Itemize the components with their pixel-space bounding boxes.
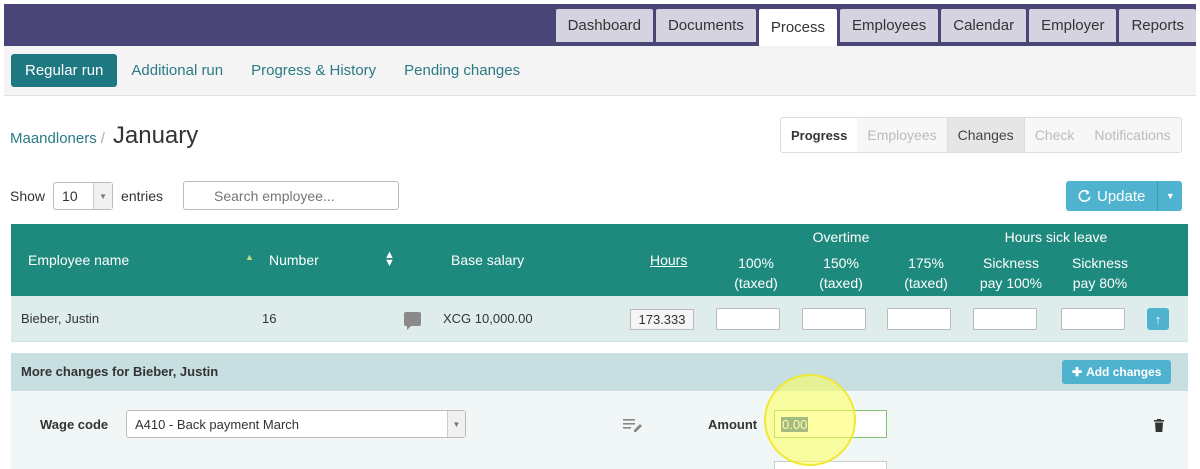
tab-employees[interactable]: Employees — [840, 9, 939, 42]
col-overtime-175: 175% (taxed) — [904, 255, 948, 291]
base-salary-cell: XCG 10,000.00 — [443, 311, 533, 326]
page-title: January — [112, 122, 199, 149]
overtime-group-header: Overtime — [812, 229, 870, 245]
show-label: Show — [10, 188, 46, 204]
main-nav: Dashboard Documents Process Employees Ca… — [555, 9, 1196, 46]
edit-list-icon[interactable] — [623, 418, 643, 432]
tab-calendar[interactable]: Calendar — [941, 9, 1027, 42]
col-base-salary: Base salary — [451, 252, 525, 268]
arrow-up-icon: ↑ — [1154, 311, 1162, 327]
step-changes[interactable]: Changes — [946, 118, 1025, 152]
tab-employer[interactable]: Employer — [1029, 9, 1117, 42]
sickness-100-input[interactable] — [973, 308, 1037, 330]
col-number[interactable]: Number — [269, 250, 319, 270]
sickness-80-input[interactable] — [1061, 308, 1125, 330]
subnav-additional-run[interactable]: Additional run — [117, 54, 237, 87]
step-notifications[interactable]: Notifications — [1084, 118, 1180, 152]
amount-label: Amount — [708, 417, 758, 432]
table-row: Bieber, Justin 16 XCG 10,000.00 173.333 … — [11, 296, 1188, 342]
breadcrumb-parent-link[interactable]: Maandloners — [10, 130, 97, 147]
col-overtime-150: 150% (taxed) — [819, 255, 863, 291]
update-button-group: Update ▼ — [1066, 181, 1183, 211]
more-changes-label: More changes for Bieber, Justin — [21, 364, 219, 379]
update-dropdown-toggle[interactable]: ▼ — [1157, 181, 1183, 211]
table-header: Employee name ▲ Number ▲ ▼ Base salary Ho… — [11, 224, 1188, 296]
chevron-down-icon: ▼ — [447, 411, 465, 437]
change-detail-row: Wage code A410 - Back payment March ▼ Am… — [11, 391, 1188, 469]
breadcrumb-separator: / — [100, 130, 105, 147]
wage-code-value: A410 - Back payment March — [135, 416, 300, 432]
breadcrumb: Maandloners / January — [10, 122, 198, 150]
subnav-regular-run[interactable]: Regular run — [11, 54, 118, 87]
wage-code-select[interactable]: A410 - Back payment March ▼ — [126, 410, 466, 438]
add-changes-label: Add changes — [1086, 365, 1162, 379]
step-check[interactable]: Check — [1025, 118, 1085, 152]
sort-ascending-icon[interactable]: ▲ — [245, 252, 254, 262]
refresh-icon — [1078, 189, 1091, 202]
entries-value: 10 — [62, 188, 78, 204]
step-progress: Progress — [781, 118, 858, 152]
trash-icon[interactable] — [1154, 419, 1164, 432]
tab-documents[interactable]: Documents — [655, 9, 756, 42]
sub-nav: Regular run Additional run Progress & Hi… — [11, 54, 534, 87]
plus-icon: ✚ — [1072, 365, 1083, 379]
employee-name-cell: Bieber, Justin — [21, 311, 100, 326]
col-sickness-80: Sickness pay 80% — [1071, 255, 1129, 291]
add-changes-button[interactable]: ✚ Add changes — [1062, 360, 1172, 384]
comment-icon[interactable] — [404, 312, 421, 330]
update-button[interactable]: Update — [1066, 181, 1158, 211]
col-employee-name[interactable]: Employee name — [28, 250, 129, 270]
subnav-progress-history[interactable]: Progress & History — [237, 54, 390, 87]
chevron-down-icon: ▼ — [1165, 191, 1175, 201]
entries-control: Show 10 ▼ entries — [10, 182, 163, 210]
tab-reports[interactable]: Reports — [1119, 9, 1196, 42]
amount-value: 0.00 — [781, 416, 809, 432]
next-row-input[interactable] — [774, 461, 887, 469]
entries-select[interactable]: 10 ▼ — [53, 182, 114, 210]
wage-code-label: Wage code — [40, 417, 109, 432]
collapse-row-button[interactable]: ↑ — [1147, 308, 1169, 330]
amount-input[interactable]: 0.00 — [774, 410, 887, 438]
top-bar: Dashboard Documents Process Employees Ca… — [4, 4, 1196, 46]
overtime-150-input[interactable] — [802, 308, 866, 330]
tab-process[interactable]: Process — [758, 9, 838, 46]
tab-dashboard[interactable]: Dashboard — [555, 9, 653, 42]
hours-value: 173.333 — [630, 309, 694, 330]
col-hours[interactable]: Hours — [650, 250, 687, 270]
overtime-175-input[interactable] — [887, 308, 951, 330]
sick-leave-group-header: Hours sick leave — [1004, 229, 1108, 245]
chevron-down-icon: ▼ — [93, 183, 113, 209]
sort-icon[interactable]: ▲ ▼ — [384, 250, 395, 269]
overtime-100-input[interactable] — [716, 308, 780, 330]
entries-suffix: entries — [121, 188, 164, 204]
col-overtime-100: 100% (taxed) — [734, 255, 778, 291]
step-employees[interactable]: Employees — [857, 118, 946, 152]
more-changes-header: More changes for Bieber, Justin ✚ Add ch… — [11, 353, 1188, 391]
progress-steps: Progress Employees Changes Check Notific… — [780, 117, 1182, 153]
subnav-pending-changes[interactable]: Pending changes — [390, 54, 534, 87]
sub-nav-bar: Regular run Additional run Progress & Hi… — [4, 46, 1196, 96]
search-employee-input[interactable] — [183, 181, 399, 210]
employee-number-cell: 16 — [262, 311, 277, 326]
col-sickness-100: Sickness pay 100% — [979, 255, 1043, 291]
update-label: Update — [1097, 187, 1146, 205]
